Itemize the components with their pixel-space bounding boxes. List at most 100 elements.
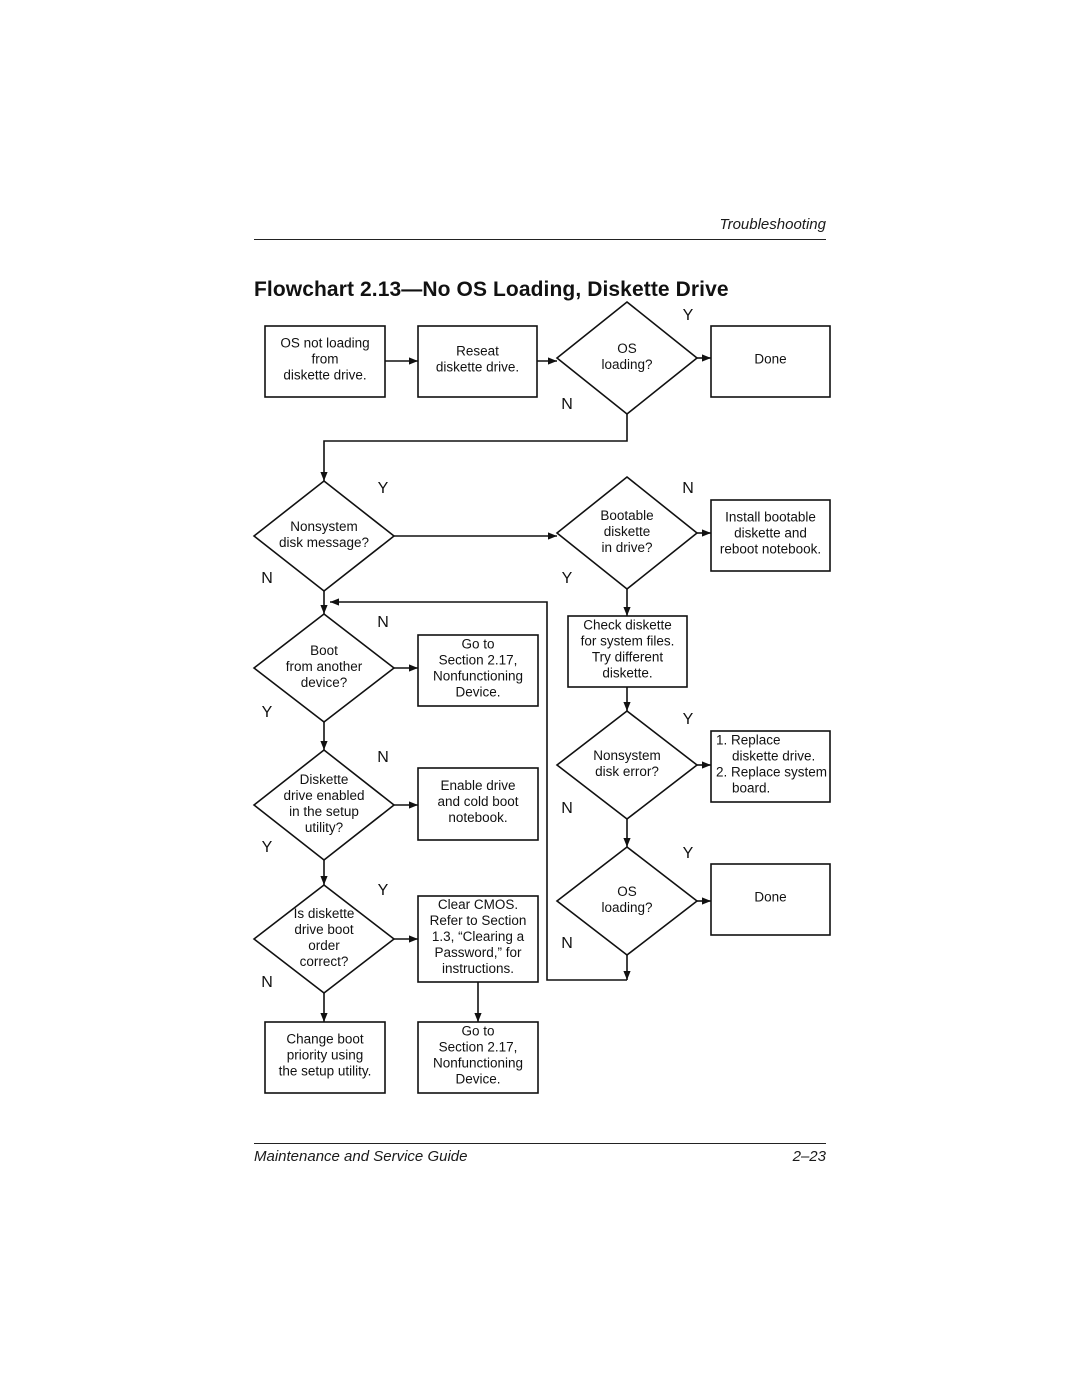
branch-label-bootable-yes: Y (562, 570, 573, 587)
node-drive-enabled: Diskettedrive enabledin the setuputility… (252, 748, 396, 862)
node-text-line: OS (617, 884, 637, 899)
node-os-loading-2: OSloading? (555, 845, 699, 957)
node-text-line: 2. Replace system (716, 765, 827, 780)
node-text-line: Section 2.17, (439, 1040, 518, 1055)
node-text-line: diskette (604, 524, 651, 539)
node-goto-217-a: Go toSection 2.17,NonfunctioningDevice. (417, 634, 539, 707)
node-text-line: diskette drive. (732, 749, 815, 764)
branch-label-nonsystem-msg-no: N (261, 570, 273, 587)
node-text-line: Boot (310, 643, 338, 658)
node-boot-order: Is diskettedrive bootordercorrect? (252, 883, 396, 995)
node-text-line: correct? (300, 954, 349, 969)
node-text-line: Done (754, 352, 786, 367)
node-nonsystem-msg: Nonsystemdisk message? (252, 479, 396, 593)
node-text-line: Reseat (456, 344, 499, 359)
branch-label-drive-enabled-yes: Y (262, 839, 273, 856)
node-text-line: loading? (601, 900, 652, 915)
node-text-line: Nonsystem (290, 519, 358, 534)
branch-label-bootable-no: N (682, 480, 694, 497)
branch-label-boot-other-no: N (377, 614, 389, 631)
node-text-line: Password,” for (434, 945, 522, 960)
node-text-line: Check diskette (583, 618, 672, 633)
node-os-loading-1: OSloading? (555, 300, 699, 416)
node-text-line: Done (754, 890, 786, 905)
node-text-line: instructions. (442, 961, 514, 976)
node-text-line: diskette. (602, 666, 652, 681)
node-text-line: Refer to Section (430, 913, 527, 928)
node-check-diskette: Check diskettefor system files.Try diffe… (567, 615, 688, 688)
node-text-line: Try different (592, 650, 664, 665)
node-text-line: for system files. (581, 634, 675, 649)
node-text-line: the setup utility. (279, 1064, 372, 1079)
node-text-line: Change boot (286, 1032, 364, 1047)
node-text-line: Clear CMOS. (438, 897, 518, 912)
node-text-line: from (312, 352, 339, 367)
node-goto-217-b: Go toSection 2.17,NonfunctioningDevice. (417, 1021, 539, 1094)
node-text-line: Device. (455, 685, 500, 700)
page-number: 2–23 (792, 1148, 826, 1165)
node-text-line: Bootable (600, 508, 653, 523)
node-text-line: 1. Replace (716, 733, 781, 748)
node-reseat: Reseatdiskette drive. (417, 325, 538, 398)
node-text-line: Nonsystem (593, 748, 661, 763)
node-text-line: order (308, 938, 340, 953)
node-text-line: disk error? (595, 764, 659, 779)
branch-label-os-loading-1-yes: Y (683, 307, 694, 324)
node-text-line: Nonfunctioning (433, 1056, 523, 1071)
connector-os-loading-1-no (320, 414, 628, 481)
node-text-line: and cold boot (437, 794, 518, 809)
branch-label-drive-enabled-no: N (377, 749, 389, 766)
node-text-line: drive boot (294, 922, 354, 937)
node-text-line: reboot notebook. (720, 542, 821, 557)
node-text-line: Nonfunctioning (433, 669, 523, 684)
node-text-line: diskette drive. (436, 360, 519, 375)
node-text-line: priority using (287, 1048, 364, 1063)
branch-label-boot-order-no: N (261, 974, 273, 991)
node-install-bootable: Install bootablediskette andreboot noteb… (710, 499, 831, 572)
node-text-line: 1.3, “Clearing a (432, 929, 525, 944)
node-text-line: Enable drive (440, 778, 515, 793)
node-text-line: in the setup (289, 804, 359, 819)
node-text-line: drive enabled (283, 788, 364, 803)
node-replace: 1. Replacediskette drive.2. Replace syst… (710, 730, 831, 803)
footer-guide-title: Maintenance and Service Guide (254, 1148, 468, 1165)
node-text-line: Is diskette (294, 906, 355, 921)
node-clear-cmos: Clear CMOS.Refer to Section1.3, “Clearin… (417, 895, 539, 983)
node-text-line: disk message? (279, 535, 369, 550)
flowchart: OS not loadingfromdiskette drive.Reseatd… (252, 300, 831, 1094)
branch-label-os-loading-2-no: N (561, 935, 573, 952)
branch-label-boot-other-yes: Y (262, 704, 273, 721)
node-text-line: notebook. (448, 810, 507, 825)
node-disk-error: Nonsystemdisk error? (555, 709, 699, 821)
node-text-line: from another (286, 659, 363, 674)
node-bootable: Bootablediskettein drive? (555, 475, 699, 591)
node-enable-drive: Enable driveand cold bootnotebook. (417, 767, 539, 841)
node-text-line: loading? (601, 357, 652, 372)
node-text-line: in drive? (601, 540, 652, 555)
branch-label-os-loading-1-no: N (561, 396, 573, 413)
node-text-line: Device. (455, 1072, 500, 1087)
branch-label-boot-order-yes: Y (378, 882, 389, 899)
node-text-line: board. (732, 781, 770, 796)
node-boot-other: Bootfrom anotherdevice? (252, 612, 396, 724)
flowchart-nodes: OS not loadingfromdiskette drive.Reseatd… (252, 300, 831, 1094)
branch-label-disk-error-no: N (561, 800, 573, 817)
footer-rule (254, 1143, 826, 1144)
node-change-boot: Change bootpriority usingthe setup utili… (264, 1021, 386, 1094)
node-text-line: diskette drive. (283, 368, 366, 383)
node-done-2: Done (710, 863, 831, 936)
node-text-line: OS (617, 341, 637, 356)
node-text-line: device? (301, 675, 348, 690)
branch-label-os-loading-2-yes: Y (683, 845, 694, 862)
node-text-line: Go to (461, 637, 494, 652)
node-text-line: OS not loading (280, 336, 369, 351)
node-done-1: Done (710, 325, 831, 398)
branch-label-nonsystem-msg-yes: Y (378, 480, 389, 497)
node-text-line: Go to (461, 1024, 494, 1039)
node-text-line: Section 2.17, (439, 653, 518, 668)
node-text-line: Diskette (300, 772, 349, 787)
node-text-line: utility? (305, 820, 343, 835)
node-text-line: Install bootable (725, 510, 816, 525)
branch-label-disk-error-yes: Y (683, 711, 694, 728)
node-start: OS not loadingfromdiskette drive. (264, 325, 386, 398)
